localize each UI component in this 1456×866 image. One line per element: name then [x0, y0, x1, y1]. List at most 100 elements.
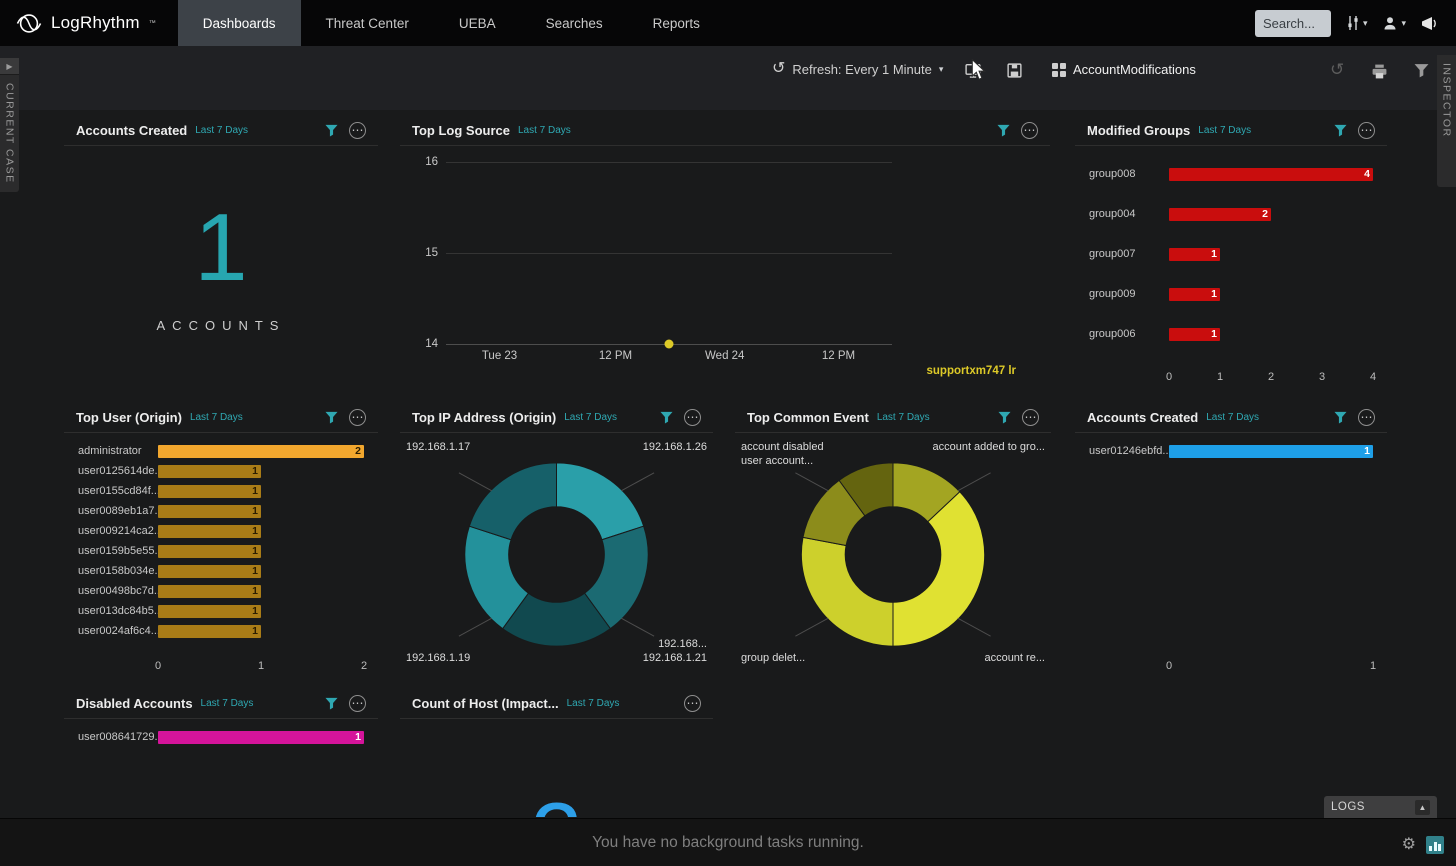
dashboard-toolbar: ↺ Refresh: Every 1 Minute ▾ AccountModif… — [0, 46, 1456, 110]
current-case-panel-tab[interactable]: ▶ CURRENT CASE — [0, 58, 19, 192]
logrhythm-logo-icon — [16, 13, 42, 34]
donut-label: 192.168... — [658, 638, 707, 650]
chevron-down-icon: ▾ — [939, 64, 944, 75]
inspector-panel-tab[interactable]: INSPECTOR — [1437, 55, 1456, 187]
filter-icon[interactable] — [997, 124, 1010, 137]
widget-period: Last 7 Days — [877, 412, 930, 423]
donut-slice[interactable] — [893, 492, 985, 646]
gridline — [446, 162, 892, 163]
bar[interactable]: 1 — [158, 585, 261, 598]
more-options-icon[interactable]: ⋯ — [1358, 122, 1375, 139]
donut-slice[interactable] — [557, 463, 644, 540]
tab-dashboards[interactable]: Dashboards — [178, 0, 301, 46]
undo-button[interactable]: ↺ — [1330, 60, 1344, 80]
donut-label: 192.168.1.26 — [643, 441, 707, 453]
bar-row: user009214ca2...1 — [78, 521, 364, 541]
tab-reports[interactable]: Reports — [628, 0, 725, 46]
filter-icon[interactable] — [325, 411, 338, 424]
widget-period: Last 7 Days — [201, 698, 254, 709]
brand[interactable]: LogRhythm ™ — [0, 0, 178, 46]
bar[interactable]: 1 — [1169, 445, 1373, 458]
preferences-menu[interactable]: ▾ — [1346, 15, 1368, 31]
dashboard-selector[interactable]: AccountModifications — [1052, 62, 1196, 77]
bar-chart: user008641729...1 — [64, 719, 378, 817]
bar-track: 1 — [158, 565, 364, 578]
metric-value: 1 — [194, 200, 247, 296]
bar[interactable]: 2 — [1169, 208, 1271, 221]
widget-top-common-event: Top Common Event Last 7 Days ⋯ account d… — [735, 402, 1051, 676]
more-options-icon[interactable]: ⋯ — [684, 409, 701, 426]
bar[interactable]: 1 — [158, 625, 261, 638]
data-point[interactable] — [665, 340, 674, 349]
search-input[interactable] — [1255, 10, 1331, 37]
widget-top-user-origin: Top User (Origin) Last 7 Days ⋯ administ… — [64, 402, 378, 676]
refresh-interval-selector[interactable]: ↺ Refresh: Every 1 Minute ▾ — [772, 61, 943, 77]
y-tick: 14 — [412, 338, 438, 350]
task-panel-icon[interactable] — [1426, 836, 1444, 854]
bar[interactable]: 1 — [158, 545, 261, 558]
more-options-icon[interactable]: ⋯ — [349, 409, 366, 426]
more-options-icon[interactable]: ⋯ — [1021, 122, 1038, 139]
user-menu[interactable]: ▾ — [1382, 15, 1406, 31]
donut-label: 192.168.1.17 — [406, 441, 470, 453]
expand-panel-icon[interactable]: ▶ — [0, 58, 19, 75]
bar[interactable]: 1 — [158, 485, 261, 498]
bar-chart: user01246ebfd...1 01 — [1075, 433, 1387, 676]
donut-slice[interactable] — [469, 463, 556, 540]
bar[interactable]: 1 — [1169, 328, 1220, 341]
chevron-down-icon: ▾ — [1363, 18, 1368, 29]
more-options-icon[interactable]: ⋯ — [684, 695, 701, 712]
save-dashboard-button[interactable] — [1006, 62, 1023, 79]
tab-searches[interactable]: Searches — [521, 0, 628, 46]
widget-top-ip-origin: Top IP Address (Origin) Last 7 Days ⋯ 19… — [400, 402, 713, 676]
bar[interactable]: 1 — [158, 465, 261, 478]
axis-tick: 2 — [361, 660, 367, 672]
bar[interactable]: 1 — [158, 565, 261, 578]
gear-icon[interactable]: ⚙ — [1402, 837, 1416, 853]
callout-leader — [621, 618, 654, 636]
filter-icon[interactable] — [325, 124, 338, 137]
more-options-icon[interactable]: ⋯ — [1022, 409, 1039, 426]
print-button[interactable] — [1371, 63, 1388, 80]
bar[interactable]: 1 — [158, 731, 364, 744]
bar[interactable]: 2 — [158, 445, 364, 458]
bar[interactable]: 1 — [158, 605, 261, 618]
announcements-button[interactable] — [1421, 16, 1440, 31]
axis-tick: 4 — [1370, 371, 1376, 383]
present-dashboard-button[interactable] — [964, 62, 982, 79]
bar-label: administrator — [78, 445, 158, 457]
widget-disabled-accounts: Disabled Accounts Last 7 Days ⋯ user0086… — [64, 688, 378, 817]
undo-icon: ↺ — [1330, 60, 1344, 80]
series-legend[interactable]: supportxm747 lr — [927, 365, 1016, 377]
tab-ueba[interactable]: UEBA — [434, 0, 521, 46]
filter-icon[interactable] — [1334, 124, 1347, 137]
widget-period: Last 7 Days — [567, 698, 620, 709]
bar[interactable]: 1 — [1169, 288, 1220, 301]
bar-track: 1 — [1169, 445, 1373, 458]
grid-icon — [1052, 63, 1066, 77]
widget-title: Top User (Origin) — [76, 410, 182, 425]
x-tick: Wed 24 — [705, 350, 744, 362]
bar-row: user00498bc7d...1 — [78, 581, 364, 601]
donut-slice[interactable] — [801, 537, 893, 646]
more-options-icon[interactable]: ⋯ — [349, 122, 366, 139]
bar[interactable]: 4 — [1169, 168, 1373, 181]
more-options-icon[interactable]: ⋯ — [349, 695, 366, 712]
filter-icon[interactable] — [1334, 411, 1347, 424]
tab-threat-center[interactable]: Threat Center — [301, 0, 434, 46]
bar[interactable]: 1 — [1169, 248, 1220, 261]
logs-panel-tab[interactable]: LOGS ▲ — [1324, 796, 1437, 818]
bar[interactable]: 1 — [158, 525, 261, 538]
filter-icon[interactable] — [998, 411, 1011, 424]
filter-icon[interactable] — [325, 697, 338, 710]
user-icon — [1382, 15, 1398, 31]
callout-leader — [958, 618, 991, 636]
filter-icon[interactable] — [660, 411, 673, 424]
dashboard-filter-button[interactable] — [1414, 63, 1429, 78]
bar-track: 4 — [1169, 168, 1373, 181]
bar[interactable]: 1 — [158, 505, 261, 518]
bar-row: user0024af6c4...1 — [78, 621, 364, 641]
brand-name: LogRhythm — [51, 13, 140, 33]
more-options-icon[interactable]: ⋯ — [1358, 409, 1375, 426]
sliders-icon — [1346, 15, 1360, 31]
